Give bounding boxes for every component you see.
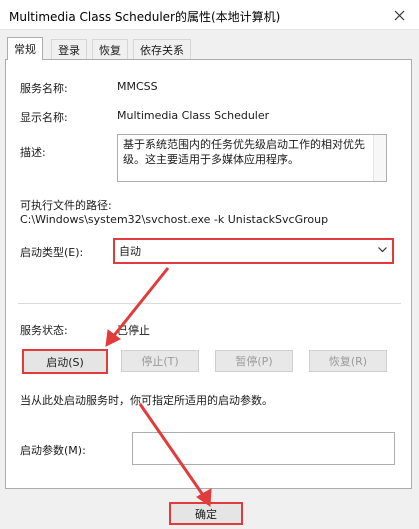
service-name-label: 服务名称: [20,82,68,95]
pause-button[interactable]: 暂停(P) [215,350,293,372]
description-label: 描述: [20,146,46,159]
status-value: 已停止 [117,324,150,337]
start-params-input[interactable] [132,432,395,465]
general-panel: 服务名称: MMCSS 显示名称: Multimedia Class Sched… [5,59,412,489]
chevron-down-icon [378,247,387,253]
startup-type-select[interactable]: 自动 [113,238,394,264]
tab-dependencies[interactable]: 依存关系 [133,39,191,59]
tab-logon[interactable]: 登录 [51,39,87,59]
tab-recovery[interactable]: 恢复 [92,39,128,59]
startup-type-label: 启动类型(E): [20,246,84,259]
startup-hint: 当从此处启动服务时，你可指定所适用的启动参数。 [20,394,273,407]
resume-button[interactable]: 恢复(R) [309,350,387,372]
description-scrollbar[interactable] [373,135,386,181]
separator [18,303,401,304]
description-text: 基于系统范围内的任务优先级启动工作的相对优先级。这主要适用于多媒体应用程序。 [123,138,365,166]
button-label: 确定 [195,507,217,521]
display-name-value: Multimedia Class Scheduler [117,109,270,122]
tab-label: 登录 [58,43,80,57]
button-label: 停止(T) [141,355,179,368]
start-button[interactable]: 启动(S) [22,349,108,374]
tab-label: 常规 [14,43,36,56]
ok-button[interactable]: 确定 [169,502,243,525]
close-icon [394,10,404,20]
button-label: 暂停(P) [235,355,273,368]
stop-button[interactable]: 停止(T) [121,350,199,372]
tab-label: 依存关系 [140,43,184,57]
tab-general[interactable]: 常规 [7,37,43,60]
status-label: 服务状态: [20,324,68,337]
startup-type-value: 自动 [119,245,141,258]
close-button[interactable] [379,0,419,30]
description-box[interactable]: 基于系统范围内的任务优先级启动工作的相对优先级。这主要适用于多媒体应用程序。 [117,134,387,182]
display-name-label: 显示名称: [20,111,68,124]
tab-label: 恢复 [99,43,121,57]
window-title: Multimedia Class Scheduler的属性(本地计算机) [9,10,281,24]
button-label: 恢复(R) [328,355,368,368]
exe-path-label: 可执行文件的路径: [20,199,112,212]
exe-path-value: C:\Windows\system32\svchost.exe -k Unist… [20,213,329,226]
title-bar: Multimedia Class Scheduler的属性(本地计算机) [0,0,419,30]
service-name-value: MMCSS [117,80,158,93]
start-params-label: 启动参数(M): [20,444,86,457]
button-label: 启动(S) [46,355,84,369]
